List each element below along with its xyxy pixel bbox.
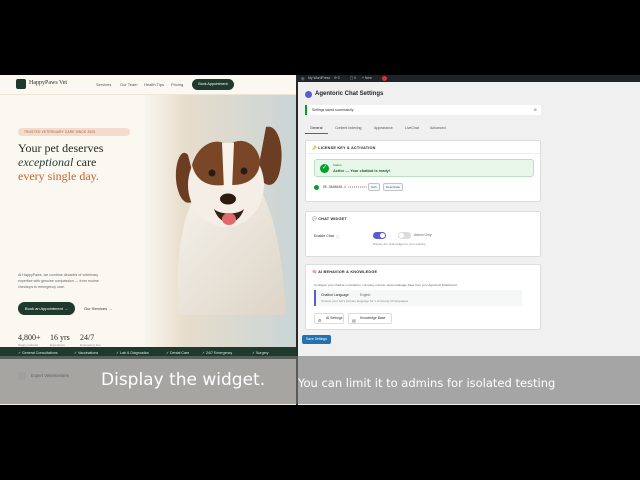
trust-badge: TRUSTED VETERINARY CARE SINCE 2005 xyxy=(18,128,130,136)
headline-line-1: Your pet deserves xyxy=(18,141,104,155)
tab-content-indexing[interactable]: Content Indexing xyxy=(335,126,361,130)
book-icon: ▤ xyxy=(352,318,356,323)
headline-emphasis: exceptional xyxy=(18,155,74,169)
settings-tabs: General Content Indexing Appearance Live… xyxy=(305,124,541,134)
toggle-knob xyxy=(380,233,385,238)
hero-paragraph-line: expertise with genuine compassion — from… xyxy=(18,279,99,283)
tab-livechat[interactable]: LiveChat xyxy=(405,126,419,130)
ai-description: Configure your chatbot on behavior, comp… xyxy=(314,283,458,287)
brand-name[interactable]: HappyPaws Vet xyxy=(29,80,67,86)
stat-value: 24/7 xyxy=(80,333,95,342)
admin-bar-site[interactable]: My WordPress xyxy=(308,76,330,80)
enable-chat-help: Display the chat widget on your website xyxy=(373,242,426,246)
headline-line-2-rest: care xyxy=(73,155,97,169)
check-circle-icon: ✓ xyxy=(320,164,329,173)
status-label: Status xyxy=(333,163,342,167)
tab-general[interactable]: General xyxy=(310,126,322,130)
info-icon[interactable]: ⓘ xyxy=(336,234,339,239)
service-item: ✓ Surgery xyxy=(252,351,269,355)
caption-sub: You can limit it to admins for isolated … xyxy=(298,376,556,390)
ai-behavior-panel: 🧠 AI BEHAVIOR & KNOWLEDGE Configure your… xyxy=(305,264,541,330)
caption-main: Display the widget. xyxy=(101,370,266,390)
wp-admin-bar: Ⓦ My WordPress ⟳ 0 ▢ 0 + New xyxy=(298,75,640,82)
chat-icon: 💬 xyxy=(312,217,317,221)
enable-chat-toggle[interactable] xyxy=(373,232,386,239)
status-message: Active — Your chatbot is ready! xyxy=(333,169,391,173)
license-panel: 🔑 LICENSE KEY & ACTIVATION ✓ Status Acti… xyxy=(305,140,541,202)
tab-advanced[interactable]: Advanced xyxy=(430,126,446,130)
ai-settings-button[interactable]: ⚙ AI Settings xyxy=(314,313,344,324)
service-item: ✓ 24/7 Emergency xyxy=(202,351,233,355)
dog-photo xyxy=(175,126,286,315)
notification-badge[interactable] xyxy=(382,76,387,81)
success-notice: Settings saved successfully. ⊗ xyxy=(305,105,541,115)
video-frame: HappyPaws Vet Services Our Team Health T… xyxy=(0,0,640,480)
deactivate-button[interactable]: Deactivate xyxy=(383,183,403,191)
license-heading: 🔑 LICENSE KEY & ACTIVATION xyxy=(312,146,376,150)
edit-key-button[interactable]: Edit xyxy=(368,183,380,191)
admin-bar-comments[interactable]: ⟳ 0 xyxy=(334,76,340,80)
active-tab-indicator xyxy=(305,133,328,134)
headline-line-2: exceptional care xyxy=(18,155,96,170)
key-icon: 🔑 xyxy=(312,146,317,150)
tab-appearance[interactable]: Appearance xyxy=(374,126,393,130)
our-services-link[interactable]: Our Services → xyxy=(84,306,112,311)
nav-link-team[interactable]: Our Team xyxy=(120,82,138,87)
notice-text: Settings saved successfully. xyxy=(312,108,355,112)
book-appointment-button[interactable]: Book Appointment xyxy=(192,79,234,90)
admin-only-label: Admin Only xyxy=(414,233,432,237)
brain-icon: 🧠 xyxy=(312,270,317,274)
site-navbar: HappyPaws Vet Services Our Team Health T… xyxy=(0,75,296,95)
stat-value: 16 yrs xyxy=(50,333,70,342)
service-item: ✓ General Consultations xyxy=(18,351,58,355)
ai-behavior-heading: 🧠 AI BEHAVIOR & KNOWLEDGE xyxy=(312,270,378,274)
page-title: Agentoric Chat Settings xyxy=(315,91,384,97)
save-settings-button[interactable]: Save Settings xyxy=(302,335,331,344)
toggle-knob xyxy=(399,233,404,238)
language-help: Choose your bot's primary language for 1… xyxy=(321,299,409,303)
language-value: English xyxy=(360,293,371,297)
hero-paragraph-line: checkups to emergency care. xyxy=(18,285,65,289)
admin-only-toggle[interactable] xyxy=(398,232,411,239)
chat-widget-heading: 💬 CHAT WIDGET xyxy=(312,217,347,221)
hero-paragraph-line: At HappyPaws, we combine decades of vete… xyxy=(18,273,99,277)
enable-chat-label: Enable Chat xyxy=(314,234,334,238)
gear-icon: ⚙ xyxy=(318,318,322,323)
service-item: ✓ Vaccinations xyxy=(74,351,99,355)
chat-widget-panel: 💬 CHAT WIDGET Enable Chat ⓘ Admin Only D… xyxy=(305,211,541,257)
language-label: Chatbot Language xyxy=(321,293,349,297)
license-key: DE-3848848-1 •••••••••• xyxy=(323,185,367,189)
active-dot-icon xyxy=(314,185,319,190)
wordpress-logo-icon[interactable]: Ⓦ xyxy=(301,76,304,81)
service-item: ✓ Lab & Diagnostics xyxy=(116,351,149,355)
book-appointment-hero-button[interactable]: Book an Appointment → xyxy=(18,302,75,315)
license-status-box: ✓ Status Active — Your chatbot is ready! xyxy=(314,159,534,177)
paw-logo-icon xyxy=(16,79,26,89)
divider xyxy=(306,153,540,154)
dismiss-icon[interactable]: ⊗ xyxy=(534,107,537,112)
language-box: Chatbot Language English Choose your bot… xyxy=(314,290,522,306)
agentoric-logo-icon xyxy=(305,91,312,98)
stat-value: 4,800+ xyxy=(18,333,41,342)
headline-line-3: every single day. xyxy=(18,169,99,183)
admin-bar-comments-count[interactable]: ▢ 0 xyxy=(350,76,356,80)
admin-bar-new[interactable]: + New xyxy=(362,76,372,80)
service-item: ✓ Dental Care xyxy=(166,351,190,355)
nav-link-health-tips[interactable]: Health Tips xyxy=(144,82,164,87)
knowledge-base-button[interactable]: ▤ Knowledge Base xyxy=(348,313,392,324)
nav-link-pricing[interactable]: Pricing xyxy=(171,82,183,87)
nav-link-services[interactable]: Services xyxy=(96,82,111,87)
